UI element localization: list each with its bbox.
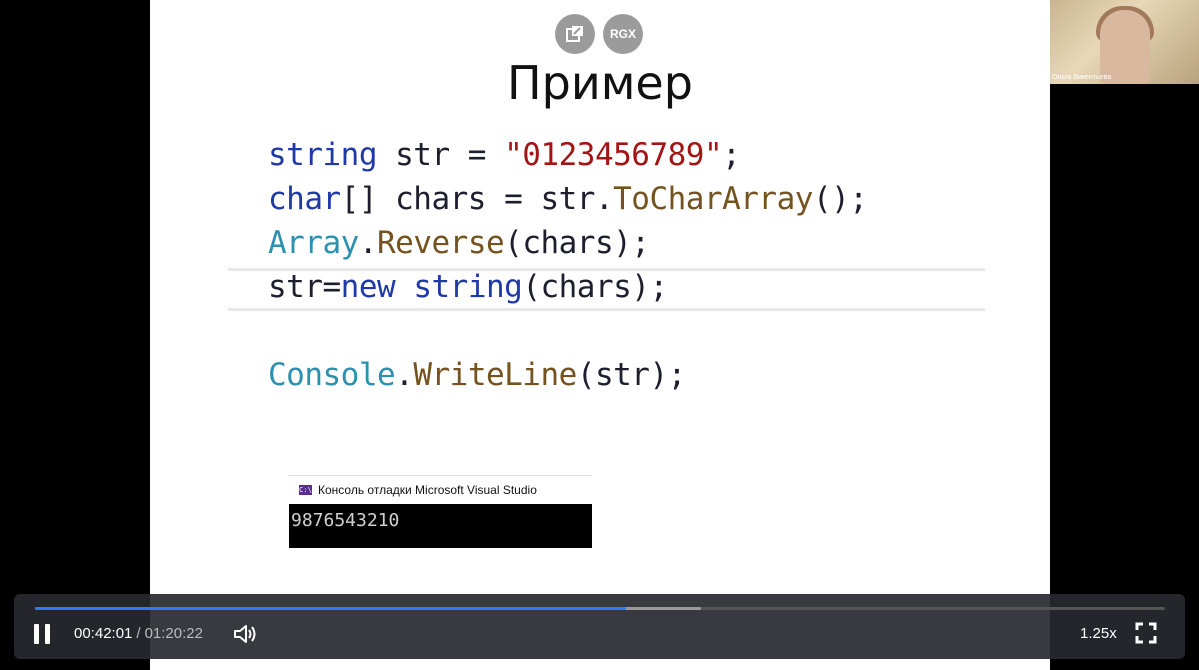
code-line-1: string str = "0123456789"; <box>268 137 741 173</box>
code-text: (chars); <box>522 269 668 305</box>
current-time: 00:42:01 <box>74 625 133 642</box>
pause-icon-bar <box>45 624 50 644</box>
code-line-3: Array.Reverse(chars); <box>268 225 650 261</box>
code-text: ; <box>722 137 741 173</box>
code-keyword: string <box>413 269 523 305</box>
code-method: WriteLine <box>413 357 577 393</box>
code-text: . <box>395 357 414 393</box>
console-title-bar: C:\ Консоль отладки Microsoft Visual Stu… <box>289 475 592 504</box>
debug-console-window: C:\ Консоль отладки Microsoft Visual Stu… <box>289 475 592 548</box>
presenter-name: Ольга Викентьева <box>1052 74 1112 81</box>
volume-icon <box>234 625 256 643</box>
progress-track[interactable] <box>35 607 1165 610</box>
presentation-slide: RGX Пример string str = "0123456789"; ch… <box>150 0 1050 670</box>
presenter-figure <box>1100 10 1150 84</box>
code-text: (); <box>812 181 868 217</box>
current-line-border-bottom <box>228 308 985 311</box>
time-display: 00:42:01/01:20:22 <box>74 625 203 642</box>
rgx-label: RGX <box>609 27 636 41</box>
picture-in-picture-button[interactable] <box>555 14 595 54</box>
code-string-literal: "0123456789" <box>504 137 723 173</box>
webcam-thumbnail[interactable]: Ольга Викентьева <box>1050 0 1199 84</box>
code-text: str= <box>268 269 341 305</box>
code-line-2: char[] chars = str.ToCharArray(); <box>268 181 868 217</box>
console-output: 9876543210 <box>291 510 400 531</box>
time-separator: / <box>136 625 141 642</box>
slide-title: Пример <box>507 56 693 110</box>
volume-button[interactable] <box>232 623 258 645</box>
progress-played <box>35 607 626 610</box>
code-text: [] chars = str. <box>340 181 614 217</box>
code-method: ToCharArray <box>613 181 813 217</box>
pause-button[interactable] <box>34 624 52 644</box>
code-text: (chars); <box>504 225 650 261</box>
pause-icon <box>34 624 39 644</box>
code-keyword: char <box>268 181 341 217</box>
console-title: Консоль отладки Microsoft Visual Studio <box>318 483 537 497</box>
console-app-icon: C:\ <box>299 485 312 495</box>
code-text: (str); <box>576 357 686 393</box>
rgx-button[interactable]: RGX <box>603 14 643 54</box>
playback-speed-button[interactable]: 1.25x <box>1080 625 1117 642</box>
fullscreen-button[interactable] <box>1135 622 1157 644</box>
code-type: Console <box>268 357 396 393</box>
duration: 01:20:22 <box>144 625 203 642</box>
fullscreen-icon <box>1135 622 1157 644</box>
code-keyword: string <box>268 137 377 173</box>
code-text: str = <box>376 137 505 173</box>
code-line-4: str=new string(chars); <box>268 269 668 305</box>
code-text: . <box>358 225 378 261</box>
code-type: Array <box>268 225 359 261</box>
code-keyword: new <box>340 269 396 305</box>
code-line-5: Console.WriteLine(str); <box>268 357 686 393</box>
picture-in-picture-icon <box>566 26 583 42</box>
code-method: Reverse <box>377 225 505 261</box>
video-player-controls: 00:42:01/01:20:22 1.25x <box>14 594 1185 659</box>
